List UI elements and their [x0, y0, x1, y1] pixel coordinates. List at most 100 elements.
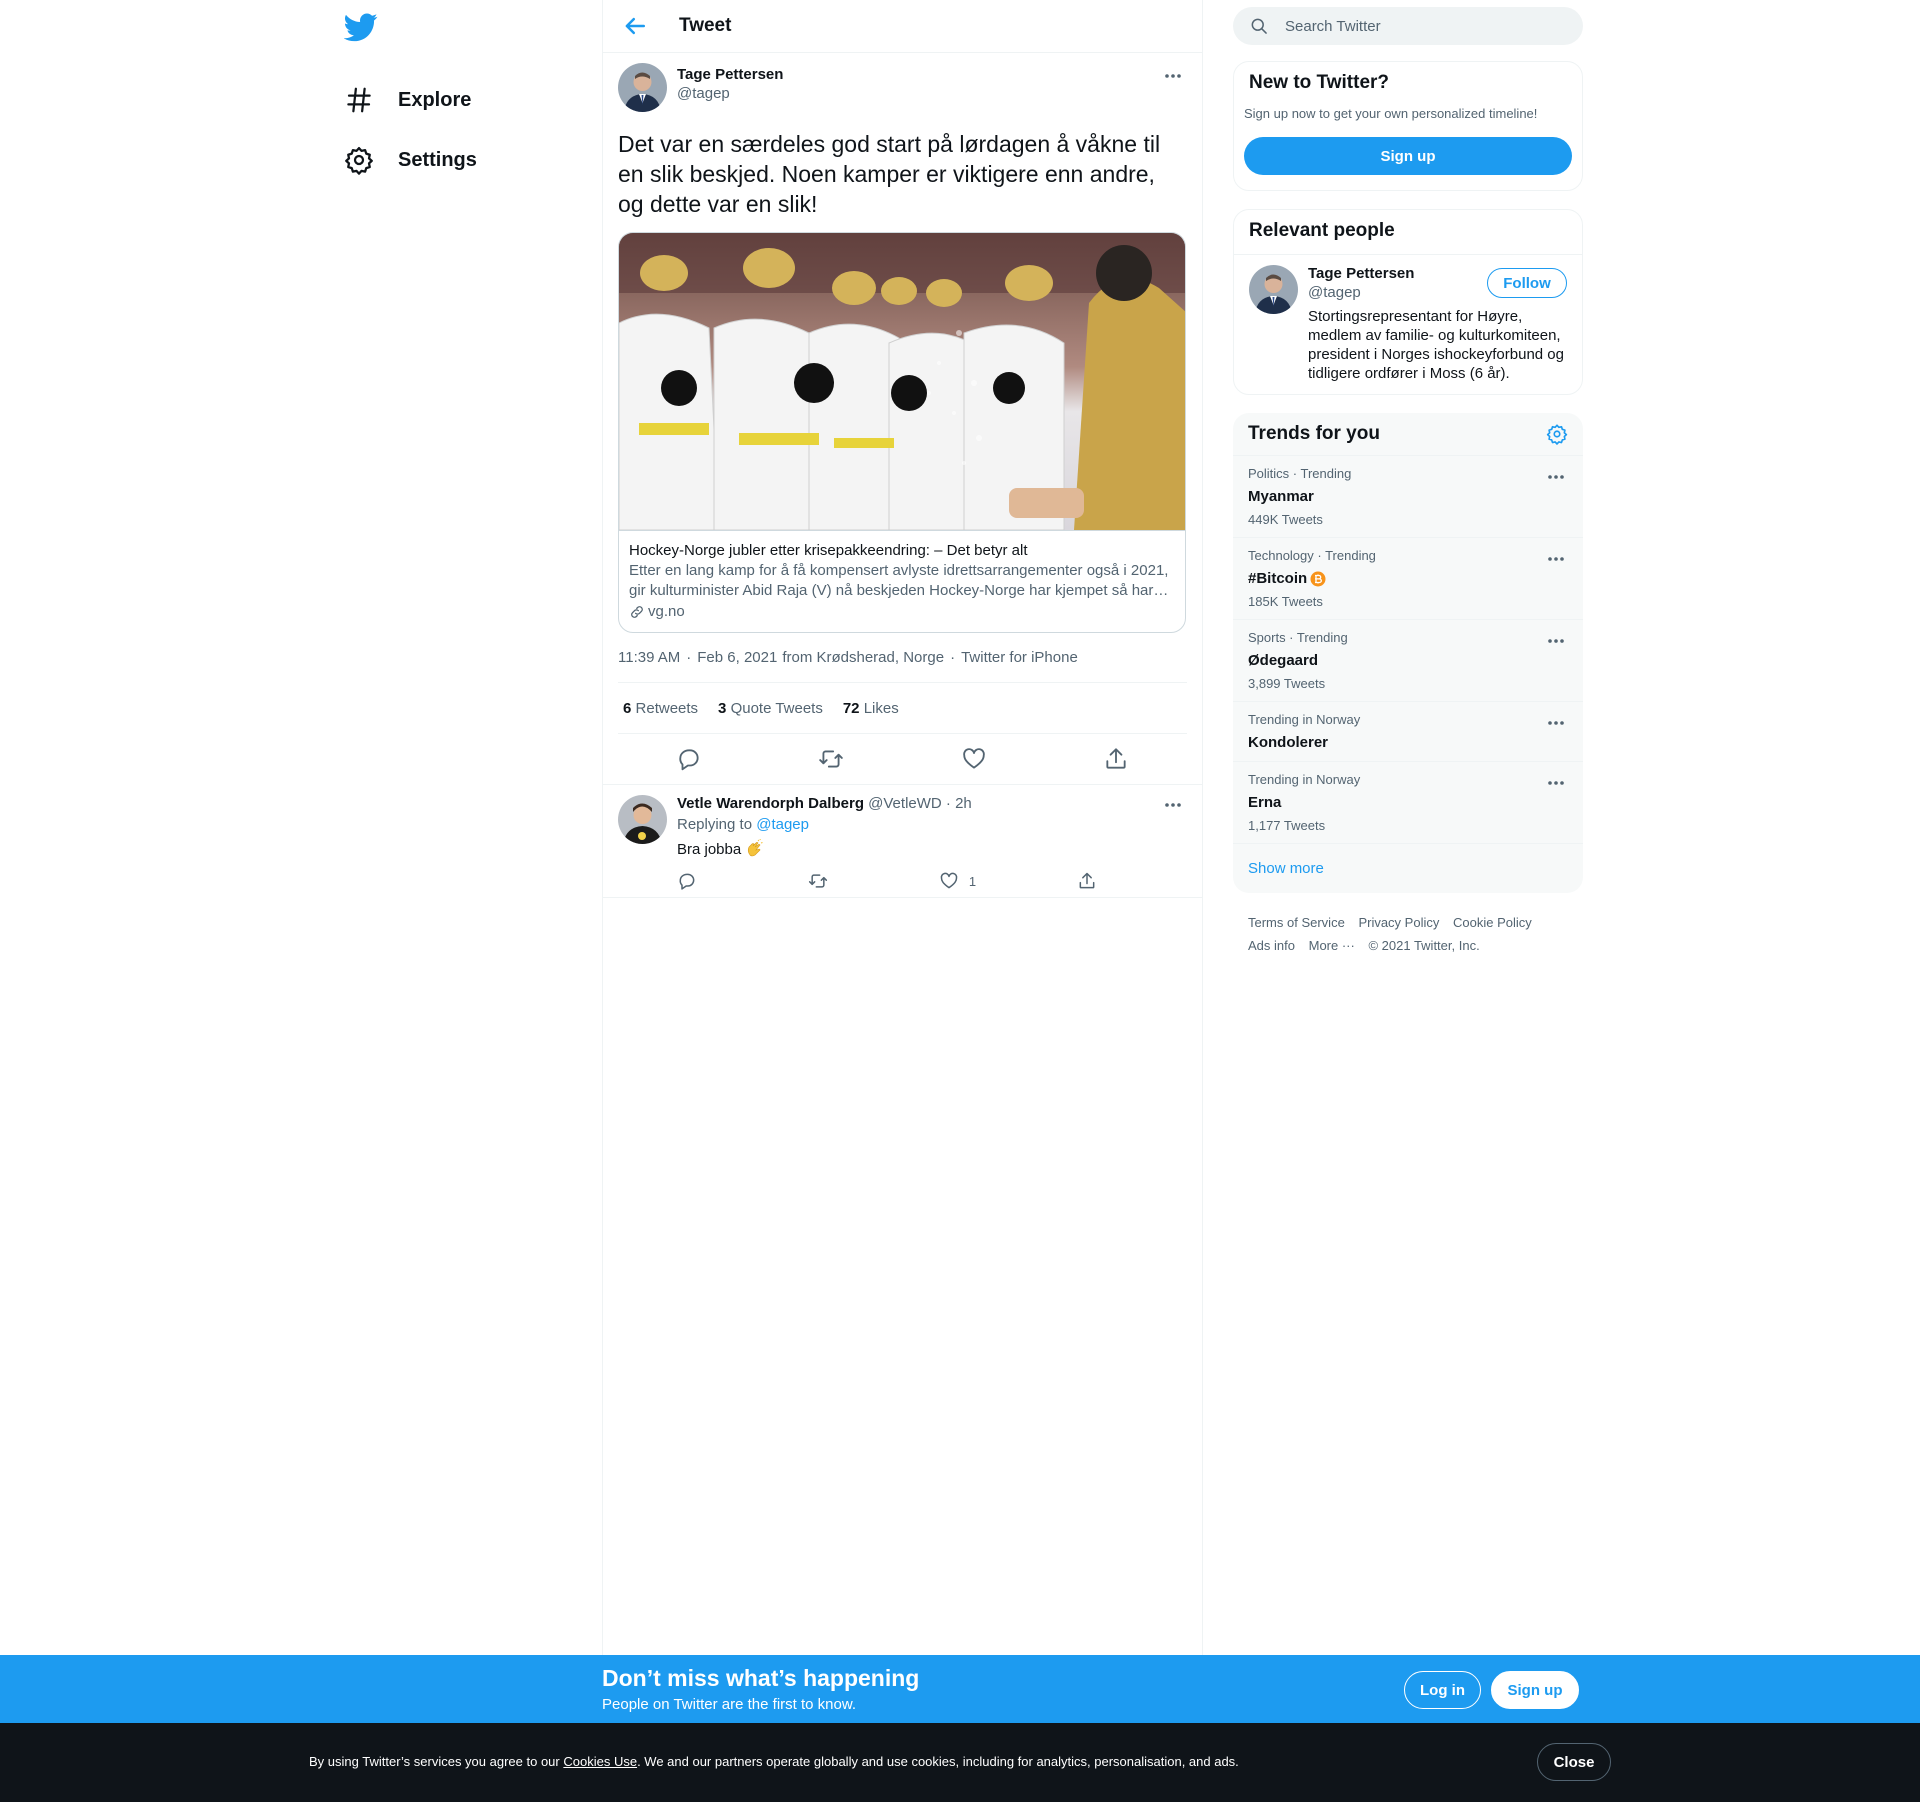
trends-panel: Trends for you Politics · Trending Myanm…: [1233, 413, 1583, 893]
footer-link-more[interactable]: More ···: [1309, 938, 1355, 953]
search-input[interactable]: [1285, 17, 1545, 35]
footer-link-ads-info[interactable]: Ads info: [1248, 938, 1295, 953]
show-more-link[interactable]: Show more: [1233, 844, 1583, 893]
tweet-metadata: 11:39 AM · Feb 6, 2021 from Krødsherad, …: [618, 649, 1187, 683]
separator: ·: [686, 649, 692, 666]
trend-count: 185K Tweets: [1248, 594, 1323, 609]
separator: ·: [950, 649, 956, 666]
more-options-icon[interactable]: [1544, 633, 1568, 649]
clapping-hands-emoji-icon: [748, 839, 763, 857]
share-icon: [1079, 872, 1095, 889]
card-description: Etter en lang kamp for å få kompensert a…: [629, 562, 1169, 599]
trend-item[interactable]: Trending in Norway Kondolerer: [1233, 702, 1583, 762]
follow-button[interactable]: Follow: [1487, 268, 1567, 298]
tweet-actions: [618, 734, 1187, 784]
banner-sign-up-button[interactable]: Sign up: [1491, 1671, 1579, 1709]
banner-subtitle: People on Twitter are the first to know.: [602, 1696, 857, 1713]
log-in-button[interactable]: Log in: [1404, 1671, 1481, 1709]
more-options-icon[interactable]: [1544, 551, 1568, 567]
tweet-author: Tage Pettersen @tagep: [618, 63, 1187, 115]
cookie-consent-bar: By using Twitter’s services you agree to…: [0, 1723, 1920, 1802]
reply-icon: [679, 873, 695, 890]
card-body: Hockey-Norge jubler etter krisepakkeendr…: [619, 530, 1185, 632]
card-image: [619, 233, 1185, 530]
panel-title: Relevant people: [1234, 210, 1582, 255]
likes-stat[interactable]: 72 Likes: [843, 700, 899, 717]
left-navigation: Explore Settings: [344, 10, 584, 190]
reply-author-handle[interactable]: @VetleWD: [868, 795, 942, 812]
nav-item-settings[interactable]: Settings: [344, 130, 584, 190]
gear-icon[interactable]: [1546, 423, 1568, 445]
more-options-icon[interactable]: [1544, 469, 1568, 485]
trend-context: Sports · Trending: [1248, 630, 1348, 645]
reply-author-name[interactable]: Vetle Warendorph Dalberg: [677, 795, 864, 812]
bitcoin-icon: [1310, 571, 1326, 586]
tweet-text: Det var en særdeles god start på lørdage…: [618, 131, 1161, 217]
footer-link-terms[interactable]: Terms of Service: [1248, 915, 1345, 930]
trend-context: Trending in Norway: [1248, 772, 1361, 787]
reply-share-button[interactable]: [1077, 871, 1107, 891]
reply-actions: 1: [677, 871, 1107, 891]
more-options-icon[interactable]: [1161, 797, 1185, 813]
relevant-people-panel: Relevant people Tage Pettersen @tagep St…: [1233, 209, 1583, 395]
trend-name: Myanmar: [1248, 488, 1314, 505]
replying-to-handle[interactable]: @tagep: [756, 816, 809, 833]
tweet-date[interactable]: Feb 6, 2021: [697, 649, 777, 666]
quote-tweets-stat[interactable]: 3 Quote Tweets: [718, 700, 823, 717]
cookies-use-link[interactable]: Cookies Use: [563, 1754, 637, 1769]
tweet-location: from Krødsherad, Norge: [782, 649, 945, 666]
trend-count: 449K Tweets: [1248, 512, 1323, 527]
share-icon[interactable]: [1103, 746, 1129, 772]
avatar[interactable]: [618, 63, 667, 112]
gear-icon: [344, 145, 374, 175]
like-icon[interactable]: [961, 746, 987, 772]
footer-link-privacy[interactable]: Privacy Policy: [1358, 915, 1439, 930]
trend-context: Technology · Trending: [1248, 548, 1376, 563]
trend-context: Politics · Trending: [1248, 466, 1352, 481]
reply-header: Vetle Warendorph Dalberg @VetleWD · 2h: [677, 795, 1177, 812]
reply-time[interactable]: · 2h: [946, 795, 972, 812]
nav-item-explore[interactable]: Explore: [344, 70, 584, 130]
trend-name: Erna: [1248, 794, 1282, 811]
reply-reply-button[interactable]: [677, 871, 707, 891]
search-bar[interactable]: [1233, 7, 1583, 45]
reply-icon[interactable]: [676, 746, 702, 772]
tweet-time[interactable]: 11:39 AM: [618, 649, 680, 666]
reply-like-button[interactable]: 1: [939, 871, 976, 891]
card-title: Hockey-Norge jubler etter krisepakkeendr…: [629, 542, 1028, 559]
tweet-stats: 6 Retweets 3 Quote Tweets 72 Likes: [618, 683, 1187, 734]
avatar[interactable]: [618, 795, 667, 844]
trend-item[interactable]: Sports · Trending Ødegaard 3,899 Tweets: [1233, 620, 1583, 702]
trend-item[interactable]: Politics · Trending Myanmar 449K Tweets: [1233, 456, 1583, 538]
retweets-stat[interactable]: 6 Retweets: [623, 700, 698, 717]
main-tweet: Tage Pettersen @tagep Det var en særdele…: [603, 53, 1202, 784]
trend-item[interactable]: Technology · Trending #Bitcoin 185K Twee…: [1233, 538, 1583, 620]
author-name[interactable]: Tage Pettersen: [677, 66, 783, 83]
person-item[interactable]: Tage Pettersen @tagep Stortingsrepresent…: [1234, 255, 1582, 394]
footer-link-cookie[interactable]: Cookie Policy: [1453, 915, 1532, 930]
more-options-icon[interactable]: [1544, 715, 1568, 731]
back-arrow-icon[interactable]: [620, 11, 650, 41]
close-button[interactable]: Close: [1537, 1743, 1611, 1781]
link-icon: [631, 605, 643, 618]
signup-banner: Don’t miss what’s happening People on Tw…: [0, 1655, 1920, 1723]
panel-title: Trends for you: [1248, 423, 1380, 444]
trend-name: Ødegaard: [1248, 652, 1319, 669]
copyright: © 2021 Twitter, Inc.: [1368, 938, 1480, 953]
trend-item[interactable]: Trending in Norway Erna 1,177 Tweets: [1233, 762, 1583, 844]
tweet-source[interactable]: Twitter for iPhone: [961, 649, 1078, 666]
more-options-icon[interactable]: [1161, 68, 1185, 84]
sign-up-button[interactable]: Sign up: [1244, 137, 1572, 175]
reply-tweet[interactable]: Vetle Warendorph Dalberg @VetleWD · 2h R…: [603, 784, 1202, 898]
reply-retweet-button[interactable]: [808, 871, 838, 891]
more-options-icon[interactable]: [1544, 775, 1568, 791]
avatar[interactable]: [1249, 265, 1298, 314]
author-handle[interactable]: @tagep: [677, 85, 783, 102]
person-bio: Stortingsrepresentant for Høyre, medlem …: [1308, 308, 1564, 382]
card-domain-text: vg.no: [648, 603, 685, 620]
hashtag-icon: [344, 85, 374, 115]
retweet-icon[interactable]: [818, 746, 844, 772]
link-card[interactable]: Hockey-Norge jubler etter krisepakkeendr…: [618, 232, 1186, 633]
twitter-logo-icon[interactable]: [344, 10, 378, 44]
like-icon: [940, 872, 958, 889]
